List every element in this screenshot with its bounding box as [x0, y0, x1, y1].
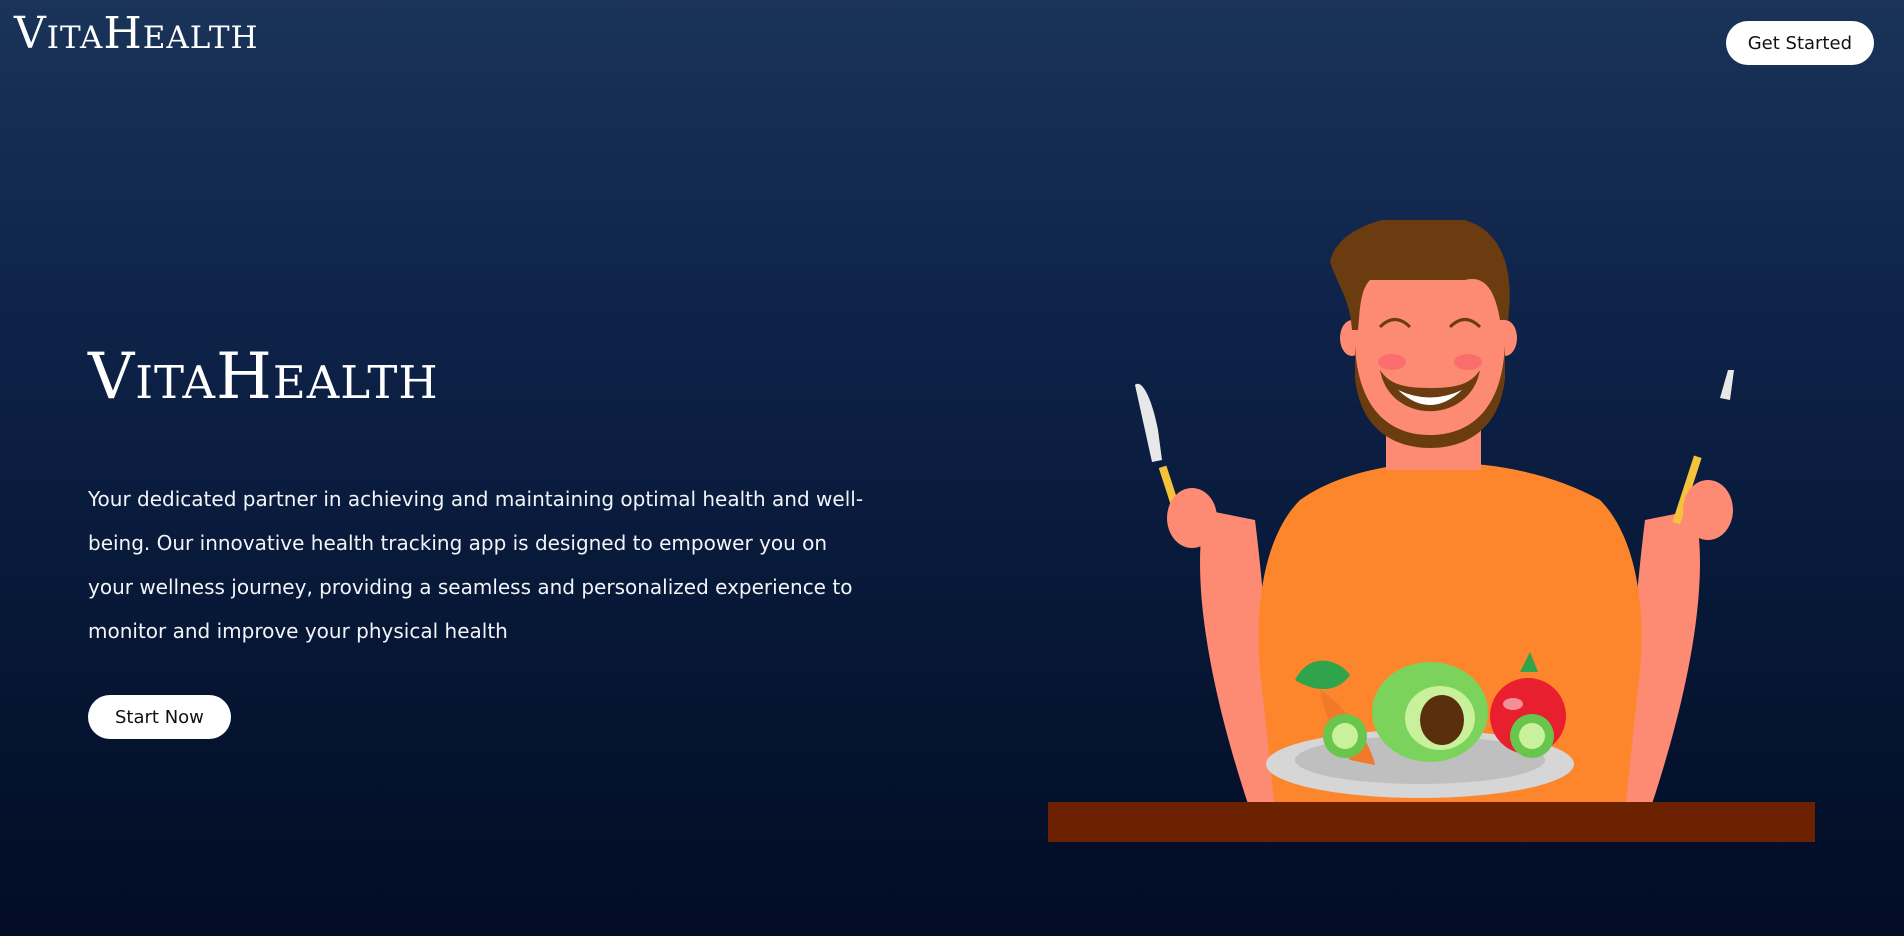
hero-title-ita: ita	[135, 340, 217, 414]
start-now-button[interactable]: Start Now	[88, 695, 231, 739]
cucumber-center-right	[1519, 723, 1545, 749]
fork-icon	[1720, 370, 1734, 400]
man-eating-salad-icon	[1048, 220, 1815, 842]
right-cheek	[1454, 354, 1482, 370]
table	[1048, 802, 1815, 842]
hero-description: Your dedicated partner in achieving and …	[88, 487, 864, 643]
hero-title: VitaHealth	[88, 340, 439, 414]
brand-logo-ealth: ealth	[142, 8, 259, 59]
tomato-shine	[1503, 698, 1523, 710]
brand-logo-ita: ita	[46, 8, 104, 59]
left-hand	[1167, 488, 1217, 548]
avocado-seed	[1420, 695, 1464, 745]
brand-logo-h: H	[103, 8, 143, 59]
brand-logo-v: V	[14, 8, 47, 59]
right-hand	[1683, 480, 1733, 540]
left-cheek	[1378, 354, 1406, 370]
brand-logo[interactable]: VitaHealth	[14, 8, 259, 59]
cucumber-center	[1332, 723, 1358, 749]
hero-title-ealth: ealth	[272, 340, 439, 414]
knife-icon	[1135, 383, 1162, 462]
hero-title-v: V	[88, 340, 136, 414]
hero-title-h: H	[216, 340, 273, 414]
get-started-button[interactable]: Get Started	[1725, 21, 1874, 65]
